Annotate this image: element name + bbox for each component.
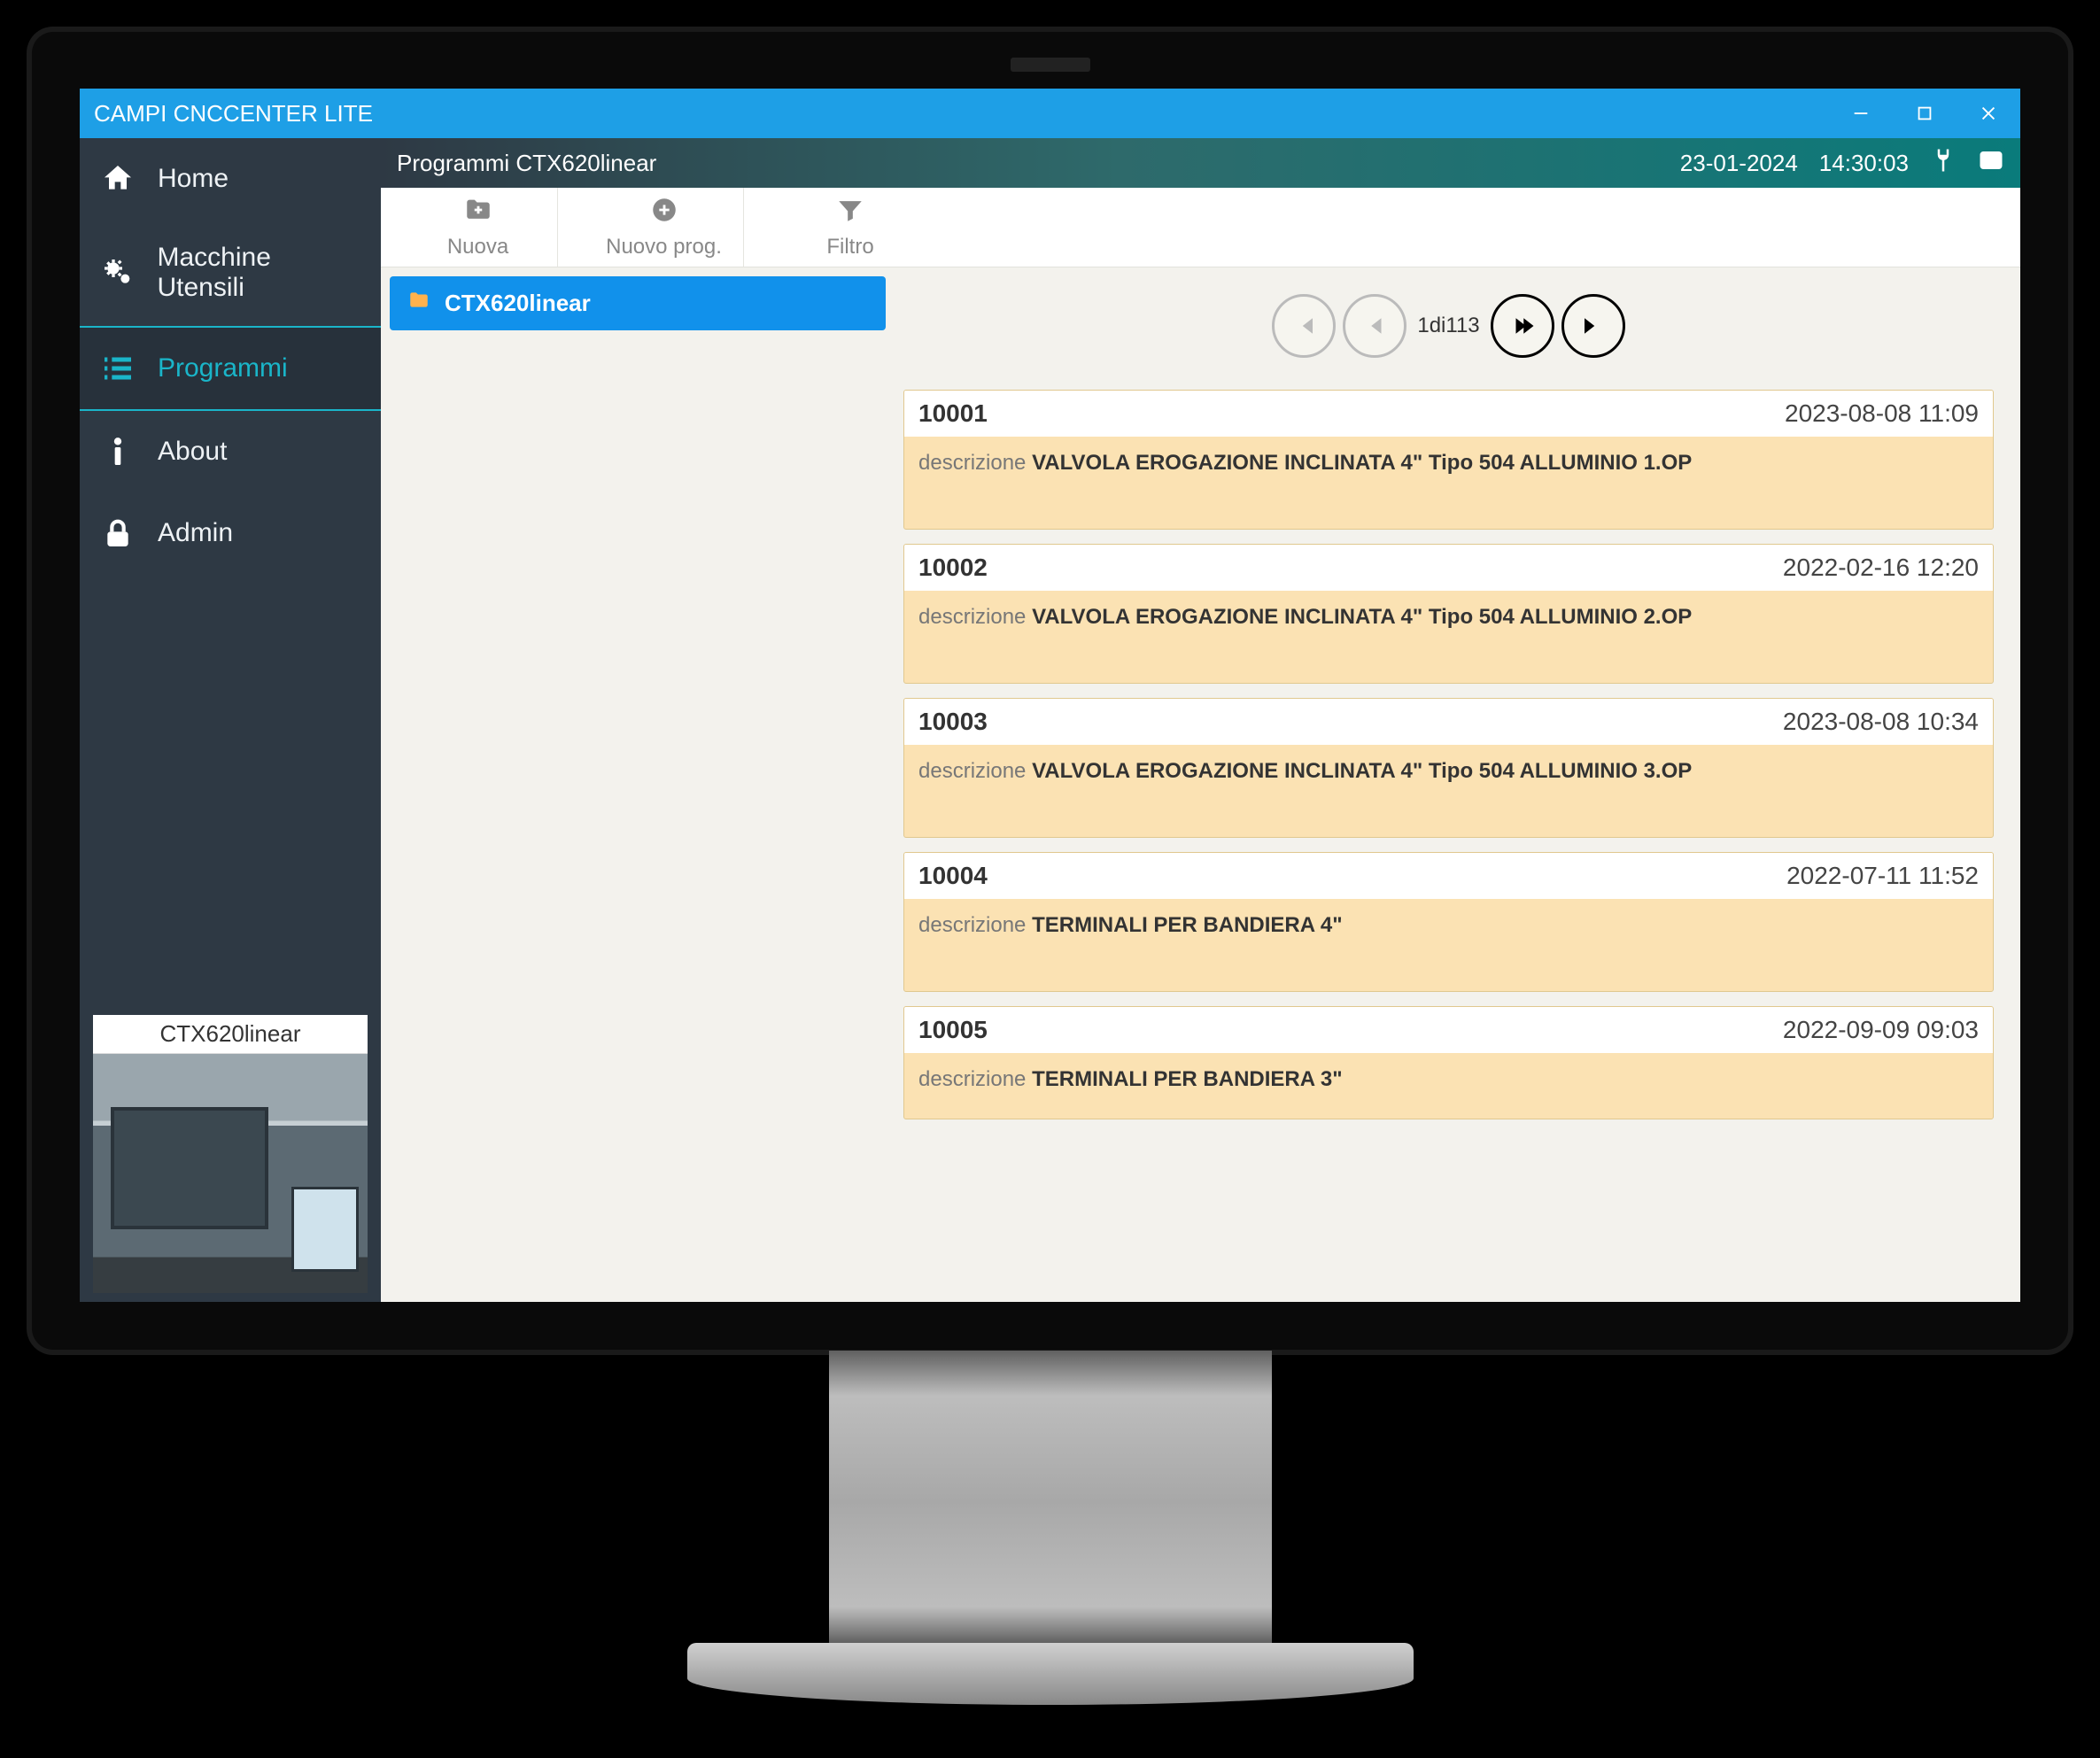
machine-thumbnail-title: CTX620linear	[93, 1015, 368, 1054]
pager-first-button[interactable]	[1272, 294, 1336, 358]
pager-last-button[interactable]	[1561, 294, 1625, 358]
home-icon	[97, 161, 138, 197]
folder-plus-icon	[463, 195, 493, 231]
program-date: 2022-02-16 12:20	[1783, 554, 1979, 582]
sidebar-item-label: About	[158, 437, 227, 467]
toolbar-label: Filtro	[826, 235, 873, 259]
program-description: VALVOLA EROGAZIONE INCLINATA 4" Tipo 504…	[1032, 451, 1692, 475]
program-description: VALVOLA EROGAZIONE INCLINATA 4" Tipo 504…	[1032, 605, 1692, 629]
folder-name: CTX620linear	[445, 290, 591, 317]
info-icon	[97, 434, 138, 469]
header-time: 14:30:03	[1819, 150, 1909, 177]
sidebar: Home Macchine Utensili Programmi	[80, 138, 381, 1302]
new-folder-button[interactable]: Nuova	[399, 188, 558, 267]
program-description: TERMINALI PER BANDIERA 4"	[1032, 913, 1343, 937]
close-button[interactable]	[1957, 89, 2020, 138]
description-label: descrizione	[918, 1067, 1026, 1091]
filter-icon	[835, 195, 865, 231]
sidebar-item-home[interactable]: Home	[80, 138, 381, 220]
program-description: VALVOLA EROGAZIONE INCLINATA 4" Tipo 504…	[1032, 759, 1692, 783]
program-id: 10005	[918, 1016, 988, 1044]
program-card[interactable]: 10001 2023-08-08 11:09 descrizione VALVO…	[903, 390, 1994, 530]
program-date: 2023-08-08 11:09	[1785, 399, 1979, 428]
program-date: 2022-07-11 11:52	[1786, 862, 1979, 890]
description-label: descrizione	[918, 605, 1026, 629]
description-label: descrizione	[918, 759, 1026, 783]
plug-icon[interactable]	[1930, 147, 1957, 180]
program-date: 2023-08-08 10:34	[1783, 708, 1979, 736]
page-header: Programmi CTX620linear 23-01-2024 14:30:…	[381, 138, 2020, 188]
plus-circle-icon	[649, 195, 679, 231]
program-id: 10001	[918, 399, 988, 428]
lock-icon	[97, 515, 138, 551]
description-label: descrizione	[918, 913, 1026, 937]
window-title: CAMPI CNCCENTER LITE	[94, 100, 373, 128]
description-label: descrizione	[918, 451, 1026, 475]
pager-position: 1di113	[1417, 314, 1479, 338]
sidebar-item-label: Home	[158, 164, 229, 194]
toolbar: Nuova Nuovo prog. Filtro	[381, 188, 2020, 267]
toolbar-label: Nuova	[447, 235, 508, 259]
sidebar-item-programmi[interactable]: Programmi	[80, 326, 381, 411]
sidebar-item-admin[interactable]: Admin	[80, 492, 381, 574]
program-description: TERMINALI PER BANDIERA 3"	[1032, 1067, 1343, 1091]
sidebar-item-label: Macchine Utensili	[158, 243, 364, 303]
sidebar-item-macchine[interactable]: Macchine Utensili	[80, 220, 381, 326]
filter-button[interactable]: Filtro	[771, 188, 930, 267]
sidebar-item-label: Programmi	[158, 353, 288, 383]
pager-prev-button[interactable]	[1343, 294, 1406, 358]
program-card[interactable]: 10003 2023-08-08 10:34 descrizione VALVO…	[903, 698, 1994, 838]
header-date: 23-01-2024	[1680, 150, 1798, 177]
sidebar-item-label: Admin	[158, 518, 233, 548]
program-card[interactable]: 10002 2022-02-16 12:20 descrizione VALVO…	[903, 544, 1994, 684]
toolbar-label: Nuovo prog.	[606, 235, 722, 259]
list-icon	[97, 351, 138, 386]
machine-thumbnail-card[interactable]: CTX620linear	[93, 1015, 368, 1293]
window-titlebar: CAMPI CNCCENTER LITE	[80, 89, 2020, 138]
new-program-button[interactable]: Nuovo prog.	[585, 188, 744, 267]
program-id: 10003	[918, 708, 988, 736]
minimize-button[interactable]	[1829, 89, 1893, 138]
machine-thumbnail-image	[93, 1054, 368, 1293]
gears-icon	[97, 255, 138, 290]
program-id: 10002	[918, 554, 988, 582]
program-card[interactable]: 10004 2022-07-11 11:52 descrizione TERMI…	[903, 852, 1994, 992]
program-date: 2022-09-09 09:03	[1783, 1016, 1979, 1044]
pager-next-button[interactable]	[1491, 294, 1554, 358]
pager: 1di113	[903, 285, 1994, 376]
folder-icon	[406, 289, 432, 318]
page-title: Programmi CTX620linear	[397, 150, 656, 177]
mail-icon[interactable]	[1978, 147, 2004, 180]
folder-tree: CTX620linear	[381, 267, 895, 1302]
folder-item[interactable]: CTX620linear	[390, 276, 886, 330]
maximize-button[interactable]	[1893, 89, 1957, 138]
program-card[interactable]: 10005 2022-09-09 09:03 descrizione TERMI…	[903, 1006, 1994, 1119]
sidebar-item-about[interactable]: About	[80, 411, 381, 492]
program-id: 10004	[918, 862, 988, 890]
